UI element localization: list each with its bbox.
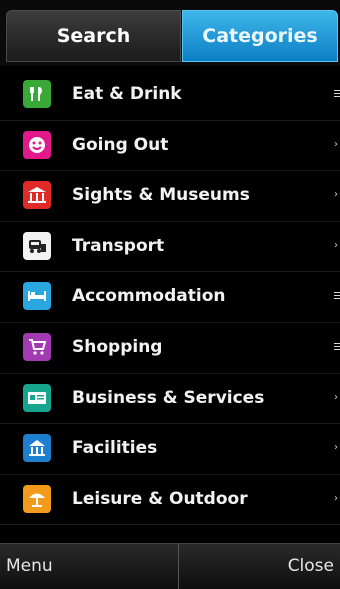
arrow-right-icon: › <box>334 138 338 150</box>
category-label: Business & Services <box>72 387 265 408</box>
category-sights-museums[interactable]: Sights & Museums › <box>0 171 340 222</box>
category-label: Shopping <box>72 336 163 357</box>
building-icon <box>23 434 51 463</box>
category-label: Facilities <box>72 438 158 459</box>
arrow-right-icon: › <box>334 442 338 454</box>
category-list: Eat & Drink Going Out › Sights & Museums… <box>0 70 340 526</box>
category-label: Accommodation <box>72 286 226 307</box>
menu-softkey[interactable]: Menu <box>6 556 53 576</box>
category-shopping[interactable]: Shopping <box>0 323 340 374</box>
tab-categories[interactable]: Categories <box>182 10 338 62</box>
card-icon <box>23 383 51 412</box>
category-going-out[interactable]: Going Out › <box>0 121 340 172</box>
softkey-bar: Menu Close <box>0 543 340 589</box>
museum-icon <box>23 181 51 210</box>
category-label: Eat & Drink <box>72 84 182 104</box>
category-label: Transport <box>72 235 165 256</box>
umbrella-icon <box>23 484 51 513</box>
arrow-right-icon: › <box>334 391 338 403</box>
category-business-services[interactable]: Business & Services › <box>0 374 340 425</box>
lines-indicator-icon <box>334 292 340 300</box>
cart-icon <box>23 332 51 361</box>
lines-indicator-icon <box>334 342 340 351</box>
category-label: Going Out <box>72 134 169 155</box>
category-facilities[interactable]: Facilities › <box>0 424 340 475</box>
softkey-divider <box>178 544 179 589</box>
category-leisure-outdoor[interactable]: Leisure & Outdoor › <box>0 475 340 526</box>
car-icon <box>23 231 51 260</box>
category-label: Sights & Museums <box>72 185 250 206</box>
tab-search[interactable]: Search <box>6 10 181 62</box>
arrow-right-icon: › <box>334 189 338 201</box>
lines-indicator-icon <box>334 90 340 98</box>
tab-bar: Search Categories <box>0 0 340 66</box>
fork-knife-icon <box>23 80 51 108</box>
mask-icon <box>23 130 51 159</box>
tab-search-label: Search <box>56 25 131 47</box>
category-eat-drink[interactable]: Eat & Drink <box>0 70 340 121</box>
arrow-right-icon: › <box>334 239 338 251</box>
close-softkey[interactable]: Close <box>288 556 334 576</box>
arrow-right-icon: › <box>334 492 338 504</box>
bed-icon <box>23 282 51 311</box>
category-transport[interactable]: Transport › <box>0 222 340 273</box>
tab-categories-label: Categories <box>202 25 318 47</box>
category-accommodation[interactable]: Accommodation <box>0 272 340 323</box>
category-label: Leisure & Outdoor <box>72 488 248 509</box>
